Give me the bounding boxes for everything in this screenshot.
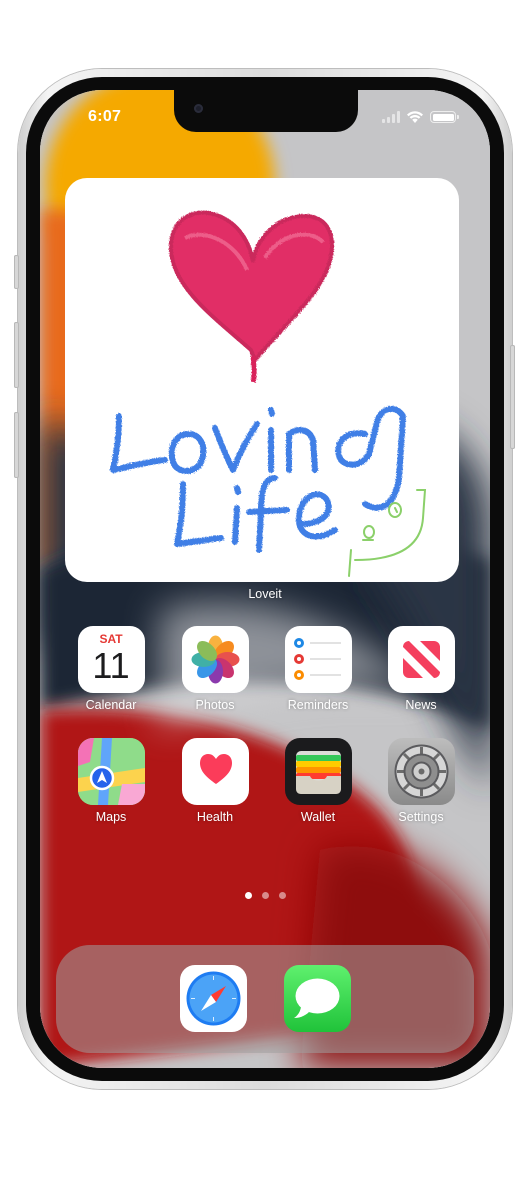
heart-drawing [168, 210, 334, 383]
power-button [510, 345, 515, 449]
reminders-icon [284, 626, 352, 693]
photos-icon [181, 626, 249, 693]
calendar-date: 11 [92, 645, 130, 686]
volume-up-button [14, 322, 19, 388]
app-label: Calendar [85, 698, 137, 712]
app-label: Maps [95, 810, 127, 824]
wallet-icon [284, 738, 352, 805]
home-screen: 6:07 Loveit SAT 11 Calendar Photos Remin… [40, 90, 490, 1068]
status-time: 6:07 [88, 108, 122, 125]
page-dot[interactable] [261, 892, 269, 899]
app-label: News [405, 698, 437, 712]
app-wallet[interactable]: Wallet [276, 738, 360, 824]
calendar-icon: SAT 11 [77, 626, 145, 693]
app-maps[interactable]: Maps [69, 738, 153, 824]
dock [56, 945, 474, 1053]
app-label: Wallet [300, 810, 336, 824]
app-calendar[interactable]: SAT 11 Calendar [69, 626, 153, 712]
app-news[interactable]: News [379, 626, 463, 712]
volume-down-button [14, 412, 19, 478]
widget-drawing [110, 210, 427, 577]
page-indicator[interactable] [40, 892, 490, 899]
app-health[interactable]: Health [173, 738, 257, 824]
wifi-icon [407, 111, 423, 123]
app-label: Settings [398, 810, 444, 824]
settings-icon [387, 738, 455, 805]
health-icon [181, 738, 249, 805]
page-dot[interactable] [278, 892, 286, 899]
app-label: Photos [195, 698, 235, 712]
app-photos[interactable]: Photos [173, 626, 257, 712]
news-icon [387, 626, 455, 693]
page-dot[interactable] [244, 892, 252, 899]
app-reminders[interactable]: Reminders [276, 626, 360, 712]
life-handwriting [174, 475, 338, 553]
cellular-signal-icon [382, 111, 400, 123]
safari-icon[interactable] [180, 965, 247, 1032]
silent-switch [14, 255, 19, 289]
messages-icon[interactable] [284, 965, 351, 1032]
status-icons [382, 110, 459, 124]
app-label: Health [196, 810, 234, 824]
notch [174, 90, 358, 132]
maps-icon [77, 738, 145, 805]
loving-handwriting [110, 405, 406, 511]
app-settings[interactable]: Settings [379, 738, 463, 824]
loveit-widget[interactable] [65, 178, 459, 582]
widget-label: Loveit [248, 587, 282, 601]
front-camera [194, 104, 203, 113]
app-label: Reminders [287, 698, 349, 712]
calendar-day: SAT [99, 632, 123, 646]
battery-icon [430, 111, 459, 123]
